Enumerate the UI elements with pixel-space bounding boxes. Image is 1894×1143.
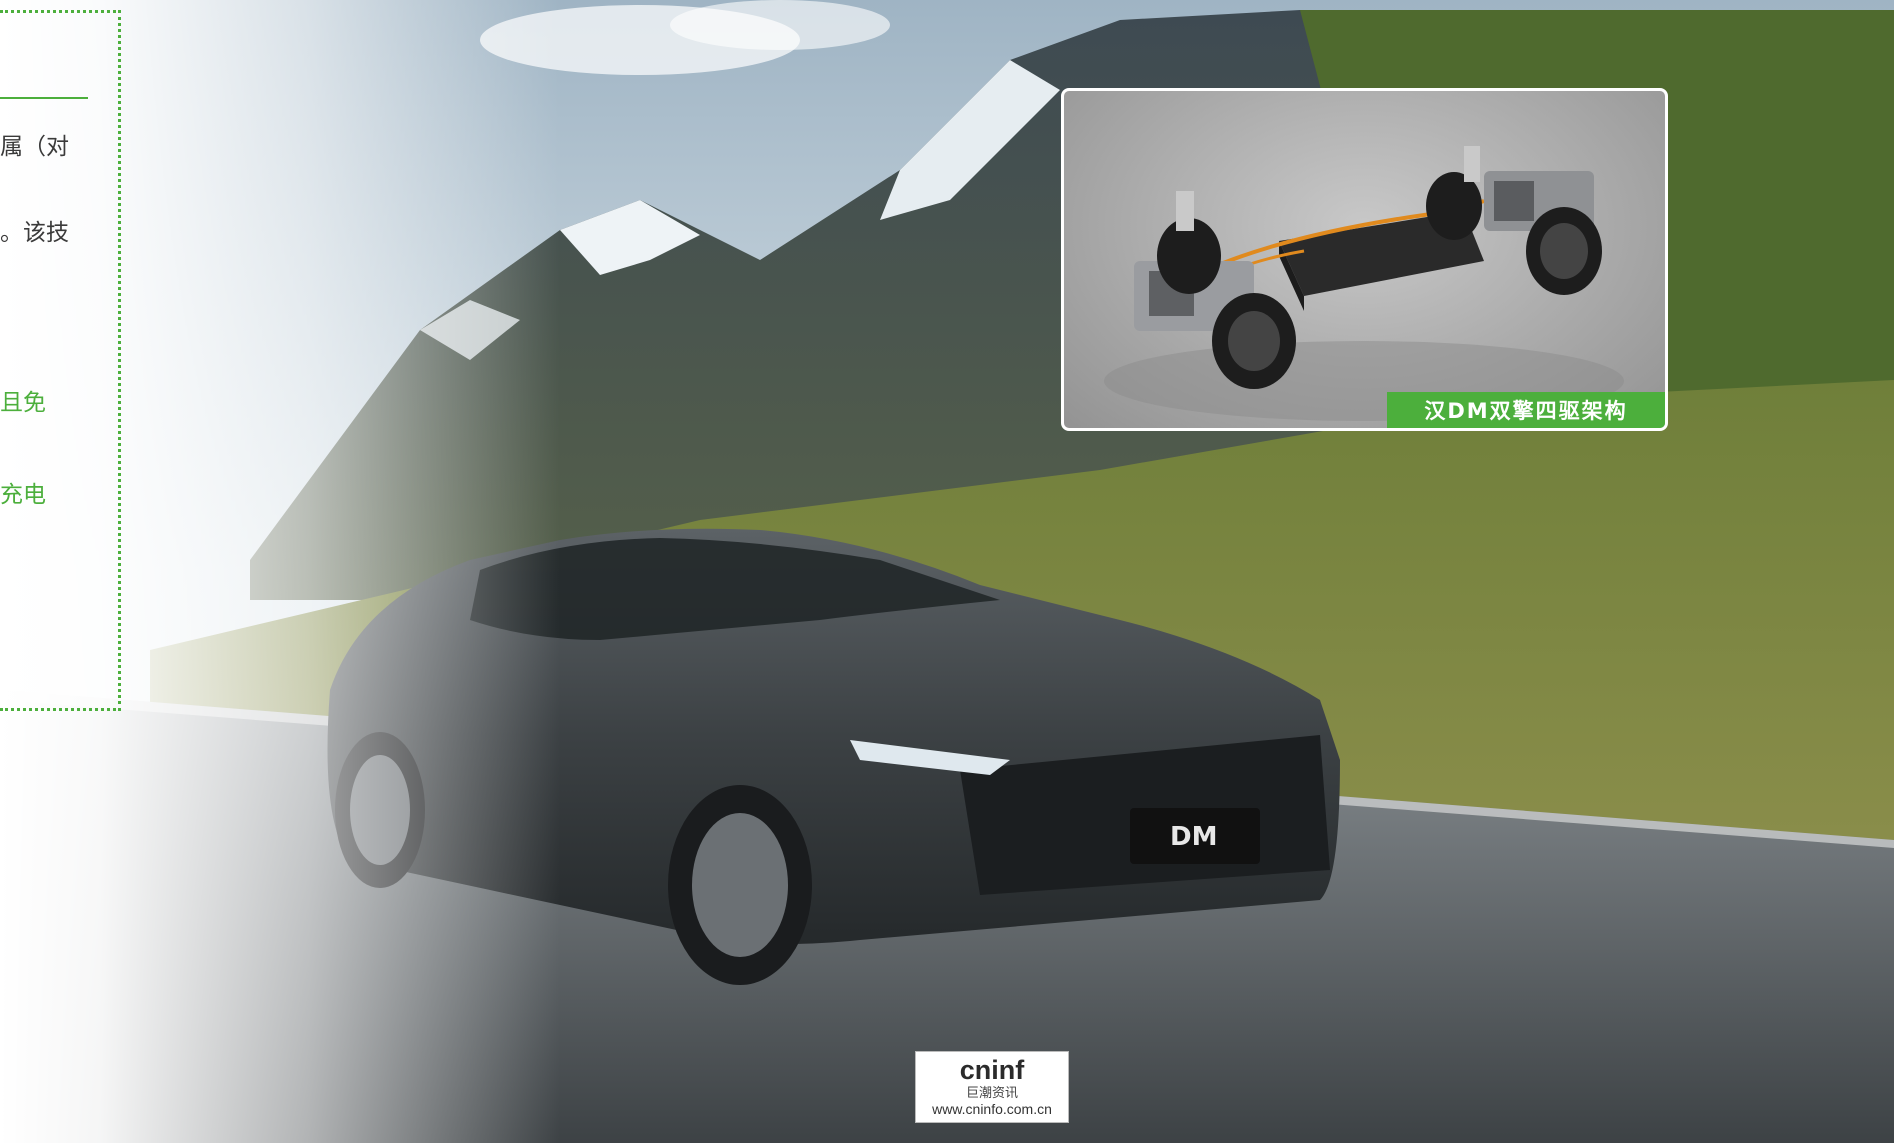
panel-divider — [0, 97, 88, 99]
text-fragment-4: 充电 — [0, 482, 46, 508]
watermark-brand: cninf — [959, 1055, 1025, 1085]
watermark-url: www.cninfo.com.cn — [932, 1101, 1052, 1117]
chassis-inset-image: 汉DM双擎四驱架构 — [1061, 88, 1668, 431]
text-fragment-1: 属（对 — [0, 134, 69, 160]
chassis-illustration — [1104, 146, 1624, 421]
inset-caption: 汉DM双擎四驱架构 — [1387, 392, 1665, 428]
car-badge: DM — [1170, 822, 1217, 852]
text-fragment-3: 且免 — [0, 390, 46, 416]
left-text-panel: 属（对 。该技 且免 充电 — [0, 10, 121, 711]
text-fragment-2: 。该技 — [0, 220, 69, 246]
cninfo-watermark: cninf 巨潮资讯 www.cninfo.com.cn — [915, 1051, 1069, 1123]
watermark-name: 巨潮资讯 — [965, 1086, 1018, 1101]
